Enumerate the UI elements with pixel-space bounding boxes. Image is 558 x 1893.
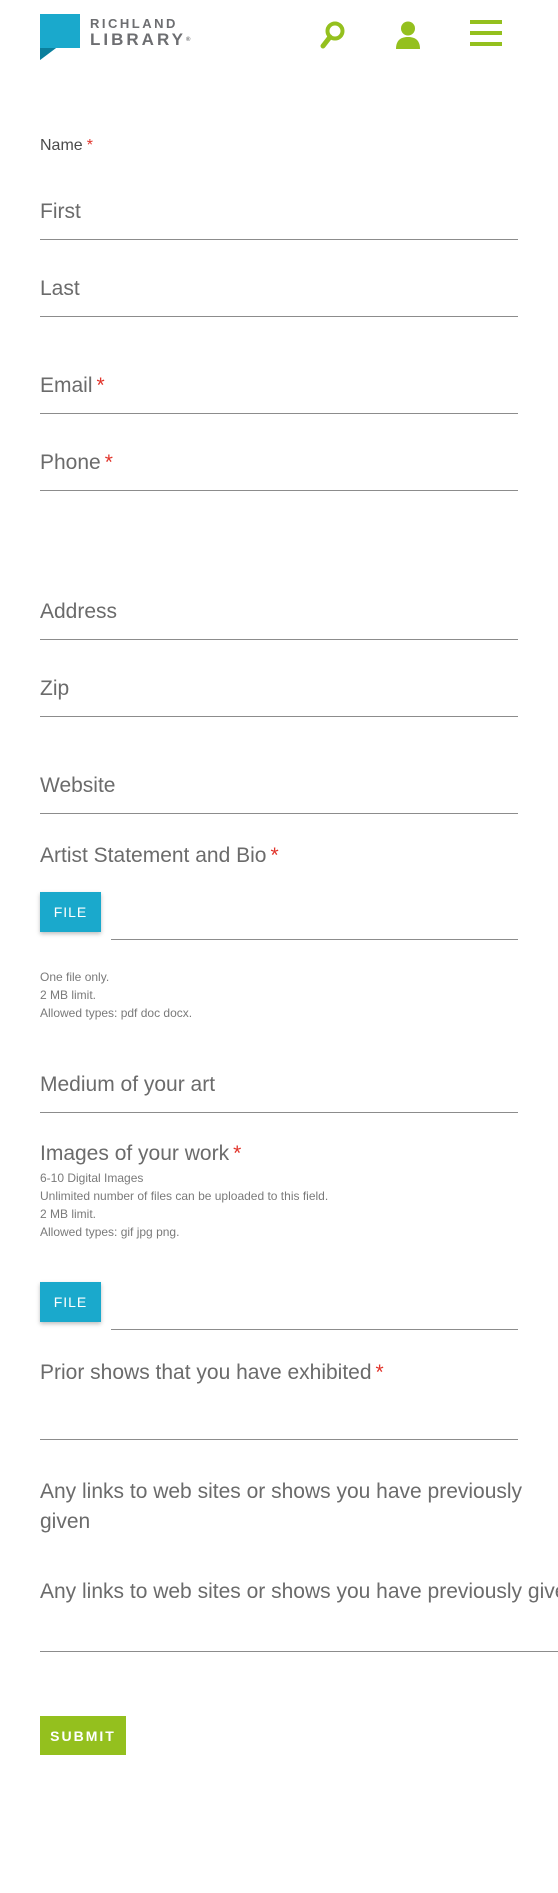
artist-statement-help: One file only. 2 MB limit. Allowed types… <box>40 968 192 1022</box>
first-name-field[interactable]: First <box>40 200 518 240</box>
artist-statement-label: Artist Statement and Bio * <box>40 844 279 868</box>
medium-placeholder: Medium of your art <box>40 1073 216 1096</box>
required-mark: * <box>375 1361 384 1384</box>
last-name-placeholder: Last <box>40 277 80 300</box>
first-name-placeholder: First <box>40 200 81 223</box>
address-placeholder: Address <box>40 600 118 623</box>
phone-label: Phone * <box>40 451 518 475</box>
prior-shows-label-text: Prior shows that you have exhibited <box>40 1361 372 1384</box>
help-line: Allowed types: pdf doc docx. <box>40 1006 193 1020</box>
required-mark: * <box>233 1142 242 1165</box>
links-label-line1: Any links to web sites or shows you have… <box>40 1480 523 1503</box>
email-field[interactable]: Email * <box>40 374 518 414</box>
website-placeholder: Website <box>40 774 116 797</box>
required-mark: * <box>96 374 105 397</box>
email-label: Email * <box>40 374 518 398</box>
submit-button[interactable]: SUBMIT <box>40 1716 126 1755</box>
prior-shows-field[interactable] <box>40 1400 518 1440</box>
prior-shows-label: Prior shows that you have exhibited * <box>40 1361 384 1385</box>
artist-statement-label-text: Artist Statement and Bio <box>40 844 267 867</box>
images-file-button[interactable]: FILE <box>40 1282 101 1322</box>
last-name-field[interactable]: Last <box>40 277 518 317</box>
richland-library-logo[interactable]: RICHLAND LIBRARY® <box>40 14 210 60</box>
artist-statement-file-button[interactable]: FILE <box>40 892 101 932</box>
website-field[interactable]: Website <box>40 774 518 814</box>
links-placeholder: Any links to web sites or shows you have… <box>40 1580 558 1603</box>
zip-placeholder: Zip <box>40 677 70 700</box>
phone-label-text: Phone <box>40 451 101 474</box>
links-label-line2: given <box>40 1510 91 1533</box>
required-mark: * <box>104 451 113 474</box>
logo-wordmark: RICHLAND LIBRARY® <box>90 16 190 49</box>
required-mark: * <box>86 137 93 154</box>
images-file-input[interactable] <box>111 1329 518 1330</box>
artist-statement-file-input[interactable] <box>111 939 518 940</box>
menu-icon[interactable] <box>470 20 502 48</box>
help-line: Allowed types: gif jpg png. <box>40 1225 180 1239</box>
address-field[interactable]: Address <box>40 600 518 640</box>
name-label-text: Name <box>40 137 83 154</box>
help-line: One file only. <box>40 970 110 984</box>
phone-field[interactable]: Phone * <box>40 451 518 491</box>
email-label-text: Email <box>40 374 93 397</box>
logo-line2: LIBRARY® <box>90 31 190 49</box>
images-help: 6-10 Digital Images Unlimited number of … <box>40 1169 328 1241</box>
links-label: Any links to web sites or shows you have… <box>40 1477 522 1537</box>
search-icon[interactable] <box>320 20 346 50</box>
site-header: RICHLAND LIBRARY® <box>0 0 558 72</box>
logo-registered-mark: ® <box>185 37 191 43</box>
logo-line1: RICHLAND <box>90 16 178 31</box>
images-label-text: Images of your work <box>40 1142 230 1165</box>
help-line: Unlimited number of files can be uploade… <box>40 1189 329 1203</box>
logo-mark-icon <box>40 14 80 60</box>
medium-field[interactable]: Medium of your art <box>40 1073 518 1113</box>
required-mark: * <box>270 844 279 867</box>
images-label: Images of your work * <box>40 1142 241 1166</box>
help-line: 6-10 Digital Images <box>40 1171 144 1185</box>
zip-field[interactable]: Zip <box>40 677 518 717</box>
user-icon[interactable] <box>395 20 421 50</box>
logo-line2-text: LIBRARY <box>90 30 186 49</box>
name-label: Name * <box>40 137 93 155</box>
links-textarea[interactable]: Any links to web sites or shows you have… <box>40 1580 558 1652</box>
help-line: 2 MB limit. <box>40 988 97 1002</box>
help-line: 2 MB limit. <box>40 1207 97 1221</box>
